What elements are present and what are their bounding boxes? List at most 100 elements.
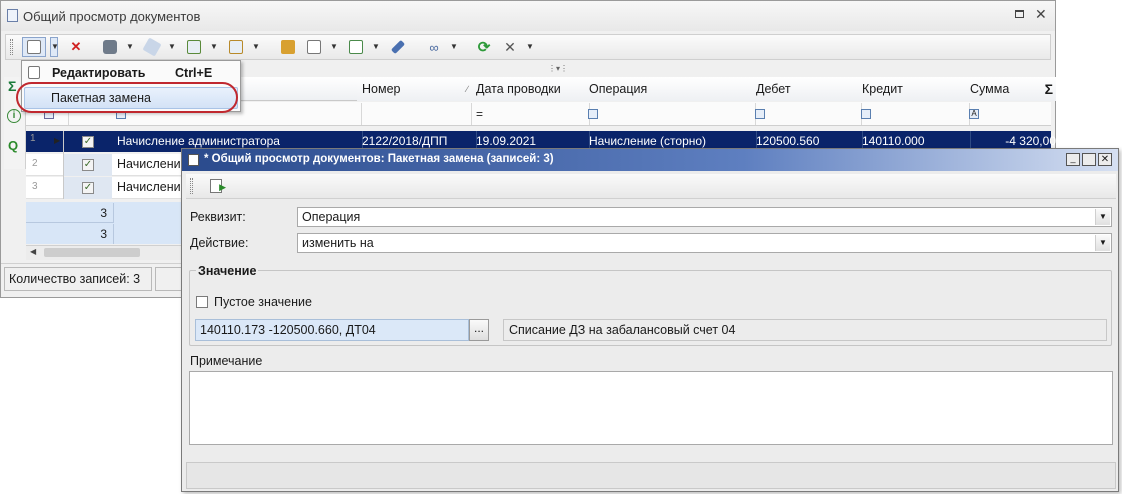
browse-button[interactable]: ...: [469, 319, 489, 341]
empty-value-label: Пустое значение: [214, 295, 312, 309]
dialog-status-bar: [186, 462, 1116, 489]
main-title-bar: Общий просмотр документов ✕: [1, 1, 1055, 31]
filter-credit[interactable]: [857, 103, 970, 125]
menu-shortcut-edit: Ctrl+E: [175, 66, 213, 80]
edit-button[interactable]: [22, 37, 46, 57]
row-header-column: [26, 131, 64, 199]
filter-icon: [755, 109, 765, 119]
row-checkbox[interactable]: ✓: [64, 154, 112, 176]
import-button[interactable]: [226, 37, 246, 57]
hierarchy-button[interactable]: [278, 37, 298, 57]
link-dropdown-arrow[interactable]: ▼: [450, 40, 458, 54]
main-window-title: Общий просмотр документов: [23, 9, 201, 24]
document-action-button[interactable]: [304, 37, 324, 57]
link-button[interactable]: ∞: [424, 37, 444, 57]
print-button[interactable]: [100, 37, 120, 57]
close-icon[interactable]: ✕: [1035, 6, 1047, 23]
column-header-operation[interactable]: Операция: [584, 77, 757, 101]
edit-icon: [28, 66, 40, 79]
dialog-title: * Общий просмотр документов: Пакетная за…: [204, 153, 554, 165]
note-textarea[interactable]: [189, 371, 1113, 445]
dialog-toolbar: [186, 174, 1116, 199]
maximize-button[interactable]: [1082, 153, 1096, 166]
pen-icon: [390, 39, 406, 55]
sort-indicator-icon: ∕: [466, 84, 468, 94]
export-dropdown-arrow[interactable]: ▼: [210, 40, 218, 54]
context-menu-item-edit[interactable]: Редактировать Ctrl+E: [22, 62, 240, 84]
execute-button[interactable]: ▶: [205, 176, 227, 196]
close-button[interactable]: ✕: [1098, 153, 1112, 166]
menu-label-edit: Редактировать: [52, 66, 146, 80]
column-grip-icon: ⋮▾⋮: [548, 64, 569, 73]
row-checkbox[interactable]: ✓: [64, 131, 112, 152]
text-filter-icon: A: [969, 109, 979, 119]
toolbar-grip: [190, 178, 193, 194]
tools-icon: ✕: [504, 38, 516, 55]
pen-button[interactable]: [388, 37, 408, 57]
status-dropdown-arrow[interactable]: ▼: [372, 40, 380, 54]
sigma-icon: Σ: [1044, 81, 1053, 97]
dialog-icon: [188, 154, 199, 166]
delete-button[interactable]: ✕: [66, 37, 86, 57]
filter-operation[interactable]: [584, 103, 756, 125]
action-select[interactable]: изменить на ▼: [297, 233, 1112, 253]
filter-sum[interactable]: A: [965, 103, 1055, 125]
value-input[interactable]: 140110.173 -120500.660, ДТ04: [195, 319, 469, 341]
row-checkbox[interactable]: ✓: [64, 177, 112, 199]
document-icon: [7, 9, 18, 22]
note-label: Примечание: [190, 354, 263, 368]
highlight-ring: [16, 82, 238, 113]
column-header-number[interactable]: Номер ∕: [357, 77, 477, 101]
document-arrow-icon: [307, 40, 321, 54]
settings-button[interactable]: ✕: [500, 37, 520, 57]
eraser-button[interactable]: [142, 37, 162, 57]
checkbox-checked-icon: ✓: [82, 135, 94, 148]
action-label: Действие:: [190, 236, 249, 250]
scrollbar-thumb[interactable]: [44, 248, 140, 257]
footer-value: 3: [26, 224, 114, 244]
column-header-posting-date[interactable]: Дата проводки: [471, 77, 590, 101]
column-header-sum[interactable]: Сумма Σ: [965, 77, 1056, 101]
column-header-debit[interactable]: Дебет: [751, 77, 863, 101]
empty-value-checkbox[interactable]: [196, 296, 208, 308]
cell-name: Начислени: [117, 157, 181, 171]
edit-icon: [27, 40, 41, 54]
filter-number[interactable]: =: [471, 103, 590, 125]
edit-dropdown-arrow[interactable]: ▼: [50, 37, 59, 57]
run-document-icon: ▶: [210, 179, 226, 193]
settings-dropdown-arrow[interactable]: ▼: [526, 40, 534, 54]
export-button[interactable]: [184, 37, 204, 57]
eraser-icon: [142, 37, 162, 57]
cell-name: Начислени: [117, 180, 181, 194]
eraser-dropdown-arrow[interactable]: ▼: [168, 40, 176, 54]
footer-value: 3: [26, 203, 114, 223]
search-icon[interactable]: Q: [8, 138, 18, 153]
restore-icon[interactable]: [1015, 10, 1024, 18]
export-icon: [187, 40, 201, 54]
scroll-left-icon[interactable]: ◀: [30, 247, 36, 256]
chevron-down-icon[interactable]: ▼: [1095, 209, 1110, 225]
filter-debit[interactable]: [751, 103, 862, 125]
rekvizit-label: Реквизит:: [190, 210, 246, 224]
filter-icon: [861, 109, 871, 119]
rekvizit-select[interactable]: Операция ▼: [297, 207, 1112, 227]
chevron-down-icon[interactable]: ▼: [1095, 235, 1110, 251]
info-icon[interactable]: i: [7, 109, 21, 123]
import-icon: [229, 40, 243, 54]
checkbox-checked-icon: ✓: [82, 182, 94, 194]
checkbox-checked-icon: ✓: [82, 159, 94, 171]
toolbar-grip: [10, 39, 13, 55]
chain-link-icon: ∞: [429, 39, 439, 55]
record-count: Количество записей: 3: [4, 267, 152, 291]
status-button[interactable]: [346, 37, 366, 57]
value-group-label: Значение: [196, 264, 259, 278]
print-dropdown-arrow[interactable]: ▼: [126, 40, 134, 54]
column-header-credit[interactable]: Кредит: [857, 77, 971, 101]
import-dropdown-arrow[interactable]: ▼: [252, 40, 260, 54]
document-action-dropdown-arrow[interactable]: ▼: [330, 40, 338, 54]
refresh-icon: ⟳: [477, 39, 491, 56]
minimize-button[interactable]: _: [1066, 153, 1080, 166]
sum-icon[interactable]: Σ: [8, 78, 16, 94]
refresh-button[interactable]: ⟳: [474, 37, 494, 57]
filter-icon: [588, 109, 598, 119]
